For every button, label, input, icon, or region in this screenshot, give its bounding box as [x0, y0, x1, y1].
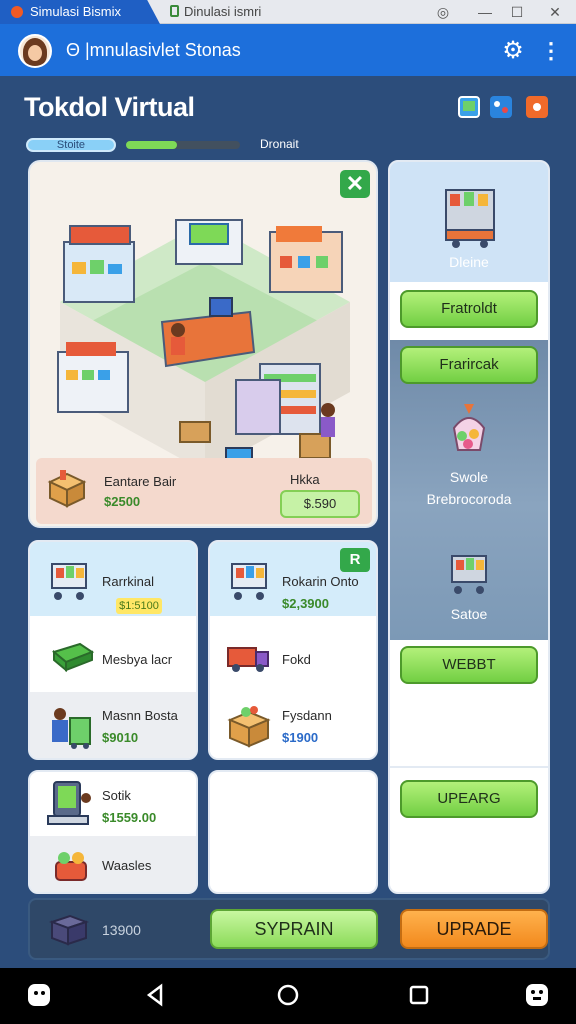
tab-favicon-icon: [11, 6, 23, 18]
sale-cart-icon: [451, 555, 487, 594]
product-title: Mesbya lacr: [102, 652, 173, 667]
shop-icon[interactable]: [458, 96, 480, 118]
sweets-label: Swole Brebrocoroda: [390, 466, 548, 510]
product-title: Rokarin Onto: [282, 574, 359, 589]
minimize-button[interactable]: —: [470, 0, 500, 24]
product-title: Fokd: [282, 652, 311, 667]
sweets-label-line2: Brebrocoroda: [426, 491, 512, 507]
page-title: Tokdol Virtual: [24, 92, 195, 122]
fratroldt-button[interactable]: Fratroldt: [400, 290, 538, 328]
scene-item-title: Eantare Bair: [104, 474, 177, 489]
shopping-cart-icon: [51, 563, 87, 600]
store-scene-panel[interactable]: ✕ Eantare Bair $2500 Hkka $.590: [28, 160, 378, 528]
box-icon: [47, 470, 87, 508]
progress-text: Dronait: [260, 137, 299, 151]
list-item[interactable]: Sotik $1559.00: [30, 772, 196, 846]
gear-icon[interactable]: ⚙: [500, 38, 526, 64]
product-card-a: Rarrkinal $1:5100 Mesbya lacr Masnn Bost…: [28, 540, 198, 760]
list-item[interactable]: Waasles: [30, 836, 196, 892]
restore-icon[interactable]: ◎: [428, 0, 458, 24]
progress-area: Stoite: [26, 138, 240, 152]
cash-icon: [51, 642, 95, 673]
product-title: Waasles: [102, 858, 152, 873]
product-price: $1900: [282, 730, 319, 745]
frarircak-button[interactable]: Frarircak: [400, 346, 538, 384]
sale-label: Satoe: [450, 606, 488, 622]
product-title: Rarrkinal: [102, 574, 155, 589]
list-item[interactable]: Mesbya lacr: [30, 618, 196, 692]
product-card-b: Rokarin Onto $2,3900 R Fokd Fysdann $190…: [208, 540, 378, 760]
avatar[interactable]: [18, 34, 52, 68]
tab-dinulasi-ismri[interactable]: Dinulasi ismri: [166, 0, 426, 24]
list-item[interactable]: Fokd: [210, 618, 376, 692]
syprain-button[interactable]: SYPRAIN: [210, 909, 378, 949]
list-item[interactable]: Masnn Bosta $9010: [30, 692, 196, 758]
close-window-button[interactable]: ✕: [540, 0, 570, 24]
settings-badge-icon[interactable]: [526, 96, 548, 118]
scene-buy-button[interactable]: $.590: [280, 490, 360, 518]
product-title: Masnn Bosta: [102, 708, 178, 723]
empty-card: [208, 770, 378, 894]
tab-simulasi-bismix[interactable]: Simulasi Bismix: [0, 0, 160, 24]
right-side-panel: Dleine Fratroldt Frarircak Swole Brebroc…: [388, 160, 550, 894]
browser-tabstrip: Simulasi Bismix Dinulasi ismri ◎ — ☐ ✕: [0, 0, 576, 24]
upgrade-button[interactable]: UPRADE: [400, 909, 548, 949]
system-nav-bar: [0, 968, 576, 1024]
shopping-cart-icon: [445, 189, 495, 248]
food-truck-icon: [227, 647, 269, 672]
cart-display[interactable]: Dleine: [390, 162, 548, 282]
sweets-label-line1: Swole: [449, 469, 489, 485]
pos-terminal-icon: [47, 781, 91, 825]
cart-label: Dleine: [449, 254, 489, 270]
divider: [390, 766, 548, 768]
progress-pill: Stoite: [26, 138, 116, 152]
assistant-icon[interactable]: [24, 980, 54, 1010]
list-item[interactable]: Fysdann $1900: [210, 692, 376, 758]
product-title: Sotik: [102, 788, 131, 803]
produce-box-icon: [227, 706, 271, 748]
progress-bar: [126, 141, 240, 149]
shopping-cart-icon: [231, 563, 267, 600]
fruit-basket-icon: [55, 852, 87, 881]
game-overlay-icon[interactable]: [522, 980, 552, 1010]
progress-bar-fill: [126, 141, 178, 149]
close-scene-button[interactable]: ✕: [340, 170, 370, 198]
product-title: Fysdann: [282, 708, 332, 723]
maximize-button[interactable]: ☐: [502, 0, 532, 24]
upearg-button[interactable]: UPEARG: [400, 780, 538, 818]
candy-bag-icon: [452, 404, 486, 451]
more-menu-icon[interactable]: ⋮: [540, 38, 562, 64]
isometric-store-illustration: [57, 219, 350, 475]
home-icon[interactable]: [273, 980, 303, 1010]
recents-icon[interactable]: [404, 980, 434, 1010]
product-price: $2,3900: [282, 596, 329, 611]
bottom-balance: 13900: [102, 922, 141, 938]
list-item[interactable]: Rarrkinal: [30, 542, 196, 616]
crate-icon: [49, 914, 89, 946]
webbt-button[interactable]: WEBBT: [400, 646, 538, 684]
receipt-icon[interactable]: R: [340, 548, 370, 572]
product-price: $9010: [102, 730, 139, 745]
shoppers-icon: [52, 708, 91, 749]
scene-item-price: $2500: [104, 494, 141, 509]
product-card-c: Sotik $1559.00 Waasles: [28, 770, 198, 894]
games-icon[interactable]: [490, 96, 512, 118]
scene-item-label: Hkka: [290, 472, 320, 487]
bottom-action-bar: 13900 SYPRAIN UPRADE: [28, 898, 550, 960]
product-price: $1559.00: [102, 810, 157, 825]
price-badge: $1:5100: [116, 598, 162, 614]
back-icon[interactable]: [140, 980, 170, 1010]
app-title: Θ |mnulasivlet Stonas: [66, 40, 241, 60]
